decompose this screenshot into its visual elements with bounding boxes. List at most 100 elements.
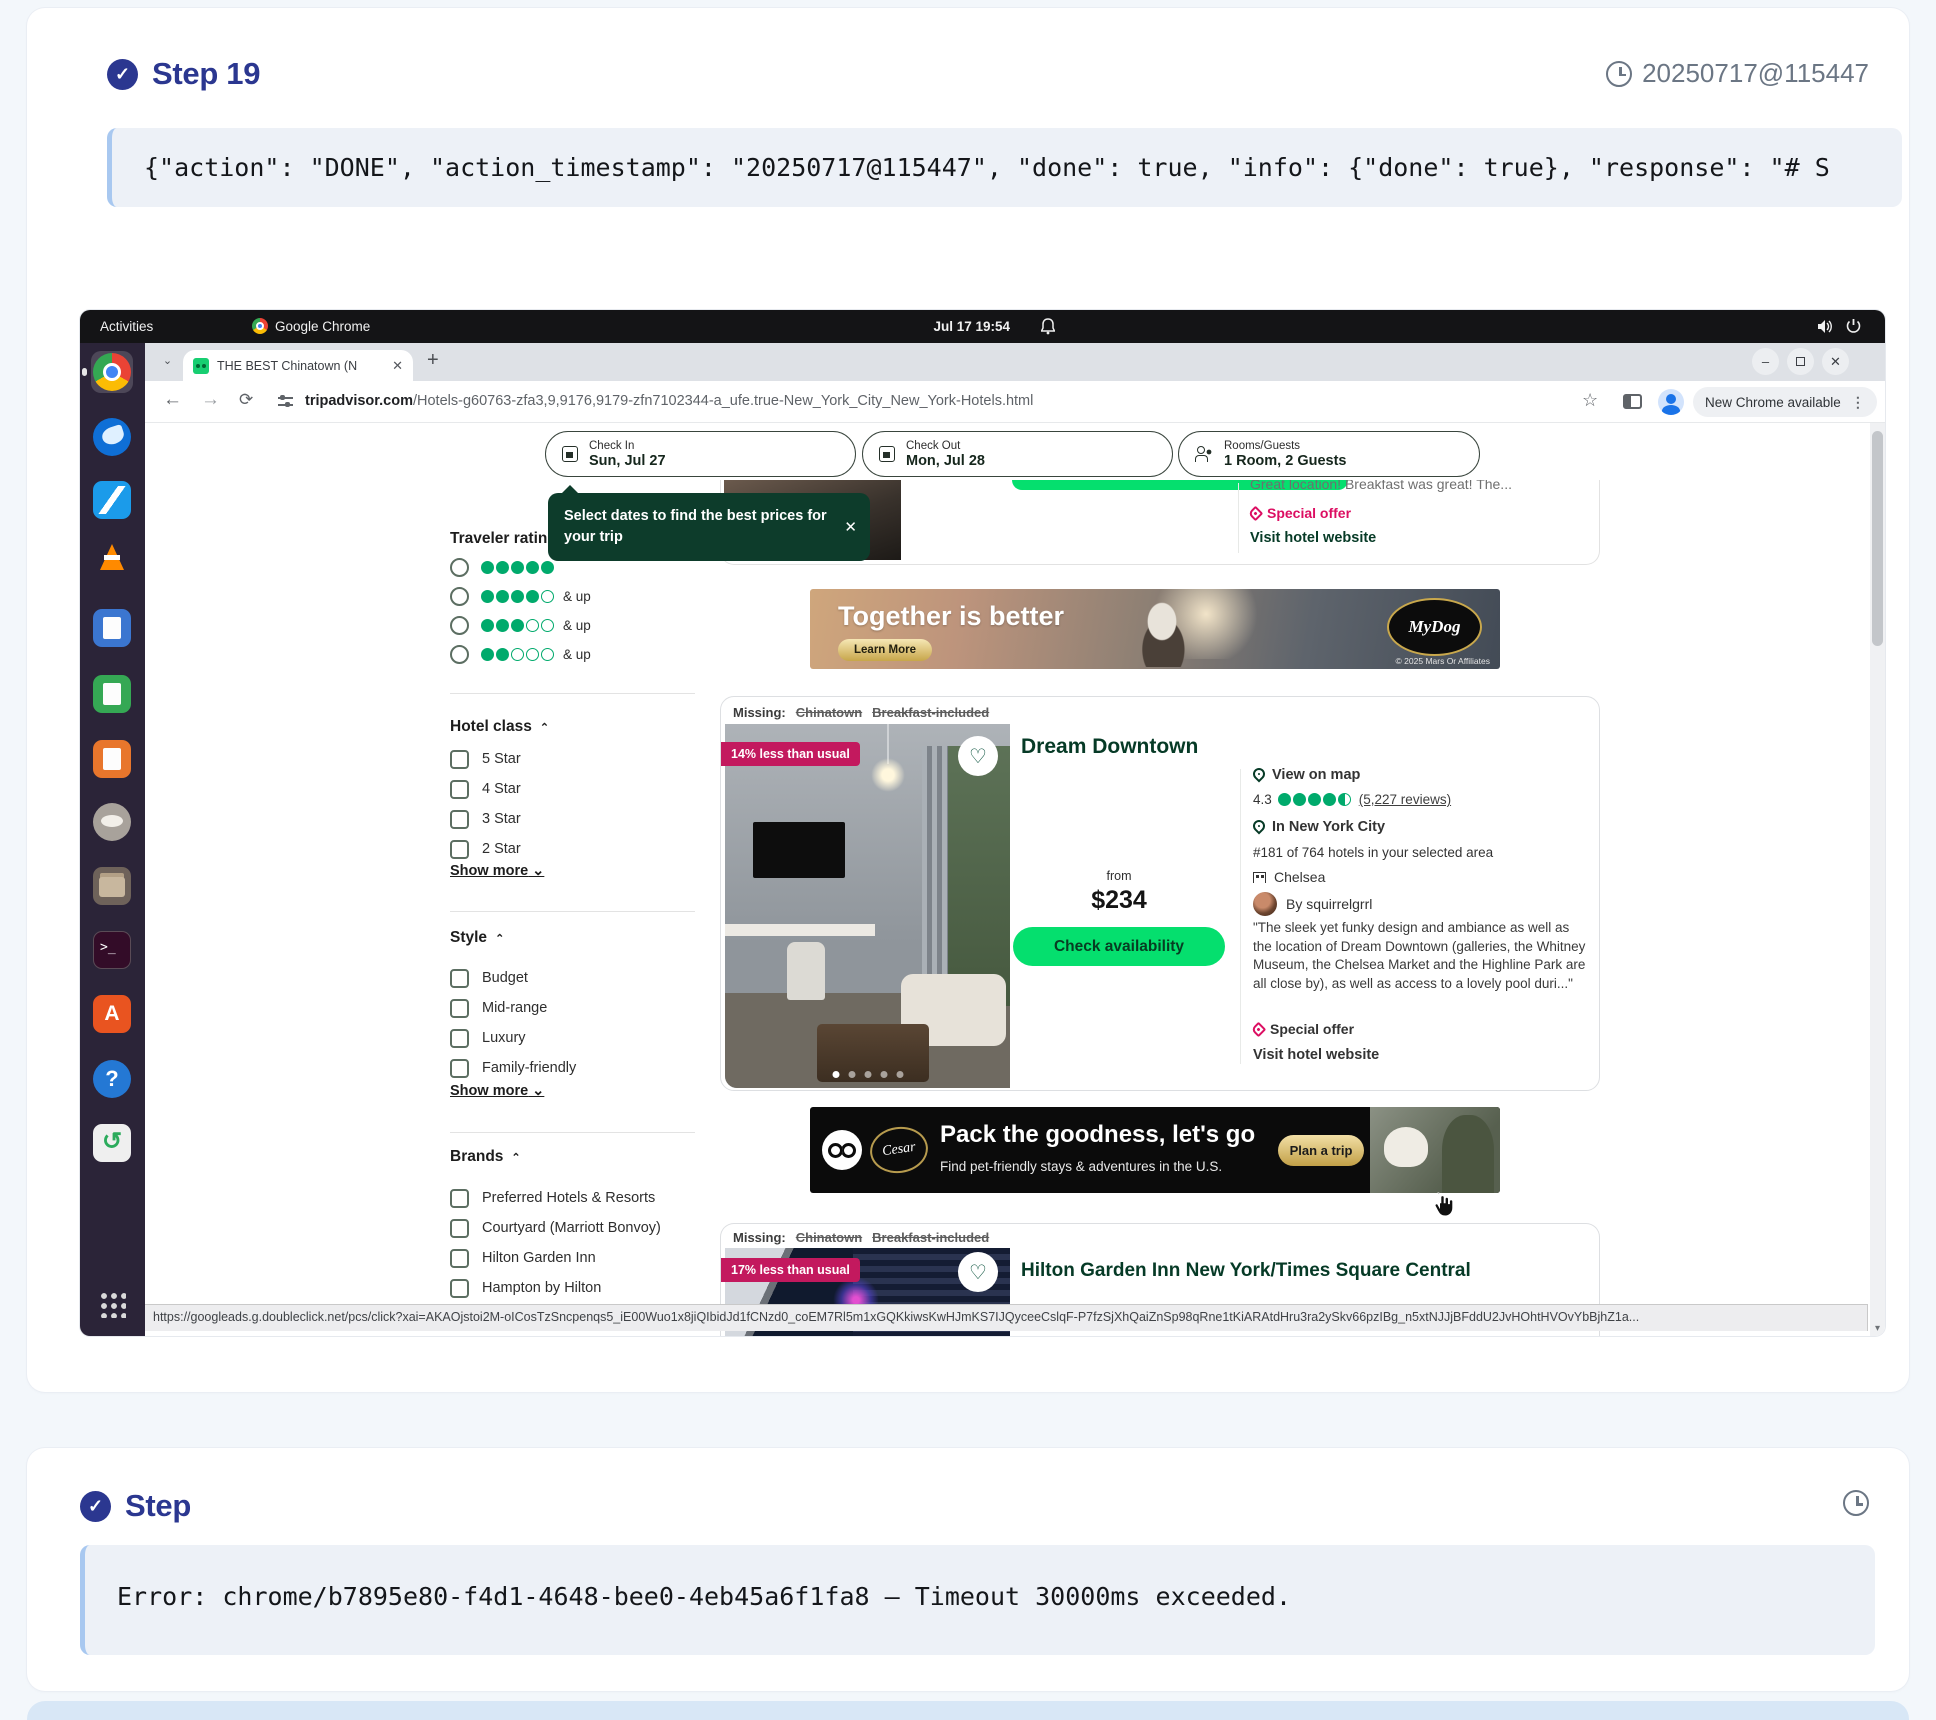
address-bar[interactable]: tripadvisor.com/Hotels-g60763-zfa3,9,917…	[305, 381, 1455, 422]
vlc-icon[interactable]	[91, 536, 133, 578]
tab-search-chevron-icon[interactable]: ⌄	[157, 352, 178, 373]
software-icon[interactable]	[91, 993, 133, 1035]
files-icon[interactable]	[91, 865, 133, 907]
impress-icon[interactable]	[91, 738, 133, 780]
profile-avatar[interactable]	[1658, 389, 1684, 415]
filter-checkbox-row[interactable]: Hampton by Hilton	[450, 1273, 661, 1303]
style-show-more[interactable]: Show more ⌄	[450, 1083, 544, 1099]
hotel-class-show-more[interactable]: Show more ⌄	[450, 863, 544, 879]
filter-checkbox-row[interactable]: 3 Star	[450, 804, 521, 834]
filter-checkbox-row[interactable]: Courtyard (Marriott Bonvoy)	[450, 1213, 661, 1243]
writer-icon[interactable]	[91, 607, 133, 649]
page-scrollbar[interactable]: ▾	[1870, 423, 1885, 1336]
thunderbird-icon[interactable]	[91, 416, 133, 458]
power-icon[interactable]	[1846, 318, 1861, 334]
desktop-clock[interactable]: Jul 17 19:54	[934, 310, 1011, 343]
calendar-icon	[562, 446, 578, 462]
ubuntu-top-bar: Activities Google Chrome Jul 17 19:54	[80, 310, 1885, 343]
filter-checkbox-row[interactable]: 2 Star	[450, 834, 521, 864]
rooms-guests-picker[interactable]: Rooms/Guests1 Room, 2 Guests	[1178, 431, 1480, 477]
rating-filter-option[interactable]: & up	[450, 640, 591, 669]
url-path: /Hotels-g60763-zfa3,9,9176,9179-zfn71023…	[413, 393, 1033, 409]
plan-a-trip-button[interactable]: Plan a trip	[1278, 1135, 1364, 1166]
check-in-picker[interactable]: Check InSun, Jul 27	[545, 431, 856, 477]
back-button[interactable]: ←	[163, 389, 182, 411]
new-tab-button[interactable]: +	[427, 349, 439, 372]
window-close-button[interactable]: ✕	[1822, 348, 1849, 375]
help-icon[interactable]	[91, 1058, 133, 1100]
brands-title[interactable]: Brands⌃	[450, 1148, 521, 1166]
bookmark-star-icon[interactable]: ☆	[1582, 390, 1598, 411]
traveler-rating-title: Traveler rating	[450, 530, 557, 548]
hotel-location: In New York City	[1253, 819, 1385, 835]
side-panel-icon[interactable]	[1623, 394, 1642, 409]
window-maximize-button[interactable]	[1787, 348, 1814, 375]
filter-checkbox-row[interactable]: Budget	[450, 963, 576, 993]
hotel-name[interactable]: Dream Downtown	[1021, 735, 1198, 759]
desktop-screenshot: Activities Google Chrome Jul 17 19:54 ⌄ …	[80, 310, 1885, 1336]
building-icon	[1253, 872, 1266, 883]
calendar-icon	[879, 446, 895, 462]
reload-button[interactable]: ⟳	[239, 390, 253, 410]
menu-kebab-icon[interactable]: ⋮	[1851, 394, 1865, 411]
window-minimize-button[interactable]: –	[1752, 348, 1779, 375]
site-settings-icon[interactable]	[278, 395, 293, 408]
hotel-neighborhood: Chelsea	[1253, 869, 1325, 885]
learn-more-button[interactable]: Learn More	[838, 639, 932, 661]
filter-checkbox-row[interactable]: 5 Star	[450, 744, 521, 774]
filter-checkbox-row[interactable]: Luxury	[450, 1023, 576, 1053]
tab-close-icon[interactable]: ✕	[392, 358, 403, 374]
style-title[interactable]: Style⌃	[450, 929, 504, 947]
check-availability-button[interactable]: Check availability	[1013, 927, 1225, 966]
filter-checkbox-row[interactable]: Preferred Hotels & Resorts	[450, 1183, 661, 1213]
action-json-code[interactable]: {"action": "DONE", "action_timestamp": "…	[107, 128, 1902, 207]
terminal-icon[interactable]	[91, 929, 133, 971]
cesar-ad-banner[interactable]: Cesar Pack the goodness, let's go Find p…	[810, 1107, 1500, 1193]
step-title: Step 19	[152, 56, 260, 92]
vscode-icon[interactable]	[91, 479, 133, 521]
mydog-ad-banner[interactable]: Together is better Learn More MyDog © 20…	[810, 589, 1500, 669]
rating-filter-option[interactable]: & up	[450, 611, 591, 640]
dock	[80, 343, 145, 1336]
hotel-name[interactable]: Hilton Garden Inn New York/Times Square …	[1021, 1260, 1471, 1282]
filter-checkbox-row[interactable]: Hilton Garden Inn	[450, 1243, 661, 1273]
visit-hotel-website-link[interactable]: Visit hotel website	[1253, 1047, 1379, 1063]
photo-carousel-dots[interactable]	[832, 1071, 903, 1078]
calc-icon[interactable]	[91, 673, 133, 715]
save-heart-button[interactable]: ♡	[958, 736, 998, 776]
deal-badge: 14% less than usual	[721, 742, 860, 766]
checkbox-icon	[450, 1249, 469, 1268]
view-on-map-link[interactable]: View on map	[1253, 767, 1360, 783]
browser-tab[interactable]: THE BEST Chinatown (N ✕	[183, 350, 413, 381]
hotel-photo[interactable]	[725, 724, 1010, 1088]
hotel-price: $234	[1013, 886, 1225, 915]
scrollbar-thumb[interactable]	[1872, 431, 1883, 646]
filter-checkbox-row[interactable]: Mid-range	[450, 993, 576, 1023]
cesar-logo: Cesar	[867, 1123, 931, 1177]
activities-button[interactable]: Activities	[100, 310, 153, 343]
focused-app-label[interactable]: Google Chrome	[252, 310, 370, 343]
step-next-card: ✓ Step Error: chrome/b7895e80-f4d1-4648-…	[27, 1448, 1909, 1691]
tooltip-close-icon[interactable]: ✕	[844, 517, 857, 539]
rating-filter-option[interactable]: & up	[450, 582, 591, 611]
save-heart-button[interactable]: ♡	[958, 1252, 998, 1292]
radio-icon	[450, 587, 469, 606]
reviews-link[interactable]: (5,227 reviews)	[1359, 792, 1451, 807]
forward-button[interactable]: →	[201, 389, 220, 411]
chrome-update-button[interactable]: New Chrome available ⋮	[1693, 387, 1877, 417]
check-out-picker[interactable]: Check OutMon, Jul 28	[862, 431, 1173, 477]
volume-icon[interactable]	[1817, 319, 1833, 334]
app-grid-icon[interactable]	[99, 1291, 126, 1318]
scroll-down-arrow-icon[interactable]: ▾	[1870, 1323, 1885, 1334]
chrome-window: ⌄ THE BEST Chinatown (N ✕ + – ✕ ← → ⟳	[145, 343, 1885, 1336]
error-code[interactable]: Error: chrome/b7895e80-f4d1-4648-bee0-4e…	[80, 1545, 1875, 1655]
chrome-icon[interactable]	[91, 351, 133, 393]
filter-checkbox-row[interactable]: Family-friendly	[450, 1053, 576, 1083]
hotel-class-title[interactable]: Hotel class⌃	[450, 718, 549, 736]
gimp-icon[interactable]	[91, 801, 133, 843]
updater-icon[interactable]	[91, 1122, 133, 1164]
hotel-rank: #181 of 764 hotels in your selected area	[1253, 845, 1493, 860]
filter-checkbox-row[interactable]: 4 Star	[450, 774, 521, 804]
visit-hotel-website-link[interactable]: Visit hotel website	[1250, 530, 1376, 546]
checkbox-icon	[450, 999, 469, 1018]
